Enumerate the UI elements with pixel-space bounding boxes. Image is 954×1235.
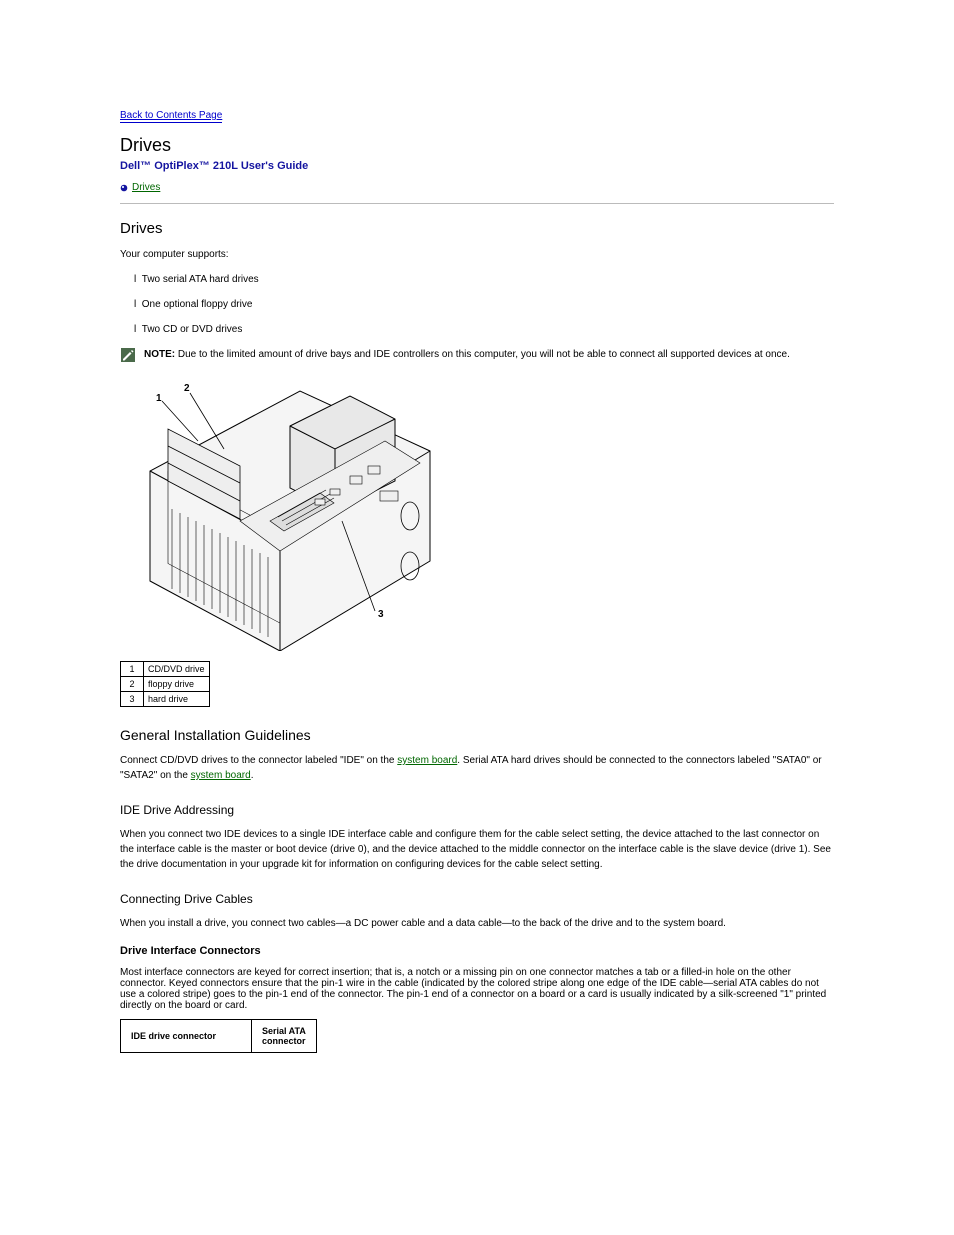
link-system-board[interactable]: system board bbox=[191, 770, 251, 781]
section-heading-guidelines: General Installation Guidelines bbox=[120, 727, 834, 743]
connector-table: IDE drive connector Serial ATA connector bbox=[120, 1019, 317, 1053]
divider bbox=[120, 203, 834, 204]
section-heading-drives: Drives bbox=[120, 220, 834, 237]
callout-label: hard drive bbox=[144, 692, 210, 707]
body-text: Connect CD/DVD drives to the connector l… bbox=[120, 753, 834, 783]
table-header: Serial ATA connector bbox=[252, 1020, 317, 1053]
svg-text:2: 2 bbox=[184, 383, 190, 394]
svg-text:1: 1 bbox=[156, 393, 162, 404]
callout-label: CD/DVD drive bbox=[144, 662, 210, 677]
note-body: Due to the limited amount of drive bays … bbox=[178, 349, 790, 360]
table-header: IDE drive connector bbox=[121, 1020, 252, 1053]
support-list: l Two serial ATA hard drives l One optio… bbox=[120, 272, 834, 337]
note-block: NOTE: Due to the limited amount of drive… bbox=[120, 347, 834, 363]
bullet-icon bbox=[120, 184, 128, 192]
svg-text:3: 3 bbox=[378, 609, 384, 620]
note-label: NOTE: bbox=[144, 349, 175, 360]
callout-table: 1 CD/DVD drive 2 floppy drive 3 hard dri… bbox=[120, 661, 210, 707]
chassis-diagram: 1 2 3 bbox=[120, 371, 834, 651]
callout-num: 1 bbox=[121, 662, 144, 677]
body-text: When you connect two IDE devices to a si… bbox=[120, 827, 834, 872]
list-item: l One optional floppy drive bbox=[148, 297, 834, 312]
sub-heading-connecting-cables: Connecting Drive Cables bbox=[120, 892, 834, 906]
callout-num: 3 bbox=[121, 692, 144, 707]
table-row: 2 floppy drive bbox=[121, 677, 210, 692]
intro-text: Your computer supports: bbox=[120, 247, 834, 262]
sub-heading-interface-connectors: Drive Interface Connectors bbox=[120, 945, 834, 957]
guide-subtitle: Dell™ OptiPlex™ 210L User's Guide bbox=[120, 160, 834, 172]
document-page: Back to Contents Page Drives Dell™ OptiP… bbox=[0, 0, 954, 1113]
body-text: Most interface connectors are keyed for … bbox=[120, 967, 834, 1011]
toc-bullet-row: Drives bbox=[120, 182, 834, 193]
callout-label: floppy drive bbox=[144, 677, 210, 692]
toc-link-drives[interactable]: Drives bbox=[132, 182, 160, 193]
note-text: NOTE: Due to the limited amount of drive… bbox=[144, 347, 790, 362]
body-text: When you install a drive, you connect tw… bbox=[120, 916, 834, 931]
table-row: IDE drive connector Serial ATA connector bbox=[121, 1020, 317, 1053]
pencil-note-icon bbox=[120, 347, 136, 363]
link-system-board[interactable]: system board bbox=[397, 755, 457, 766]
page-title: Drives bbox=[120, 135, 834, 156]
list-item: l Two CD or DVD drives bbox=[148, 322, 834, 337]
back-to-contents-link[interactable]: Back to Contents Page bbox=[120, 111, 222, 123]
callout-num: 2 bbox=[121, 677, 144, 692]
sub-heading-ide-addressing: IDE Drive Addressing bbox=[120, 803, 834, 817]
table-row: 1 CD/DVD drive bbox=[121, 662, 210, 677]
table-row: 3 hard drive bbox=[121, 692, 210, 707]
list-item: l Two serial ATA hard drives bbox=[148, 272, 834, 287]
